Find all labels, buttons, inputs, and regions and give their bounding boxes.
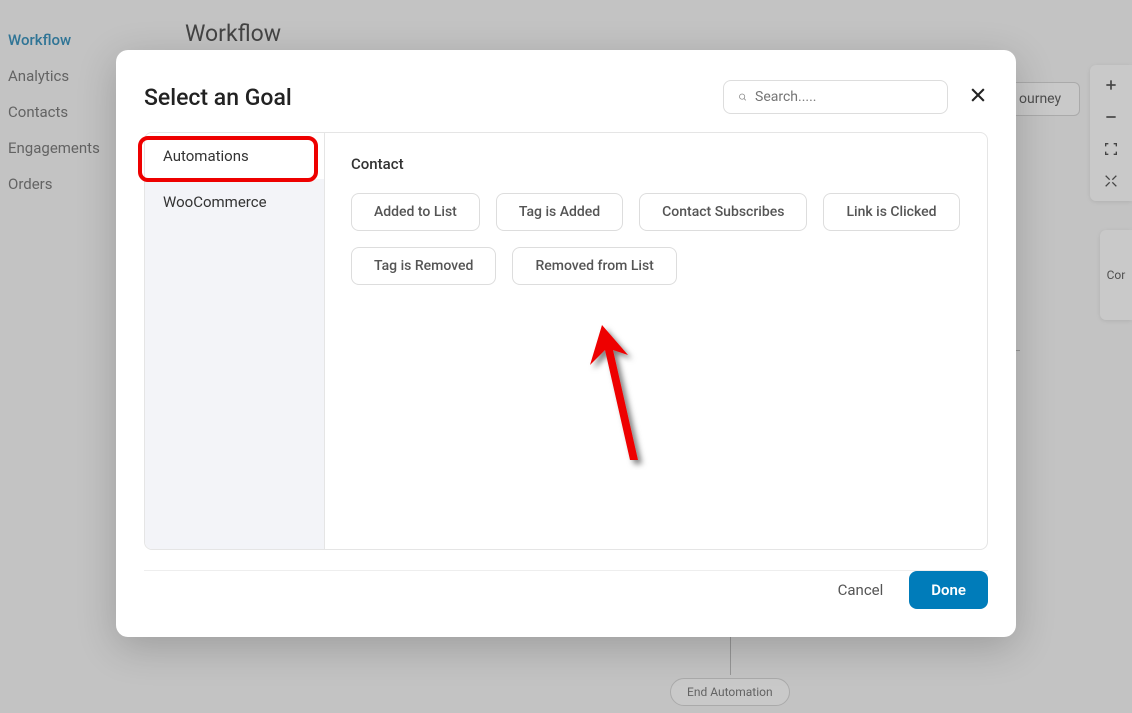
modal-title: Select an Goal — [144, 84, 292, 111]
modal-body: Automations WooCommerce Contact Added to… — [144, 132, 988, 550]
done-button[interactable]: Done — [909, 571, 988, 609]
modal-header: Select an Goal — [116, 50, 1016, 132]
search-box[interactable] — [723, 80, 948, 114]
section-label-contact: Contact — [351, 155, 961, 173]
chip-link-is-clicked[interactable]: Link is Clicked — [823, 193, 959, 231]
modal-overlay: Select an Goal Automations WooCommerce C… — [0, 0, 1132, 713]
chip-added-to-list[interactable]: Added to List — [351, 193, 480, 231]
close-button[interactable] — [968, 85, 988, 109]
goal-chip-row: Added to List Tag is Added Contact Subsc… — [351, 193, 961, 285]
chip-removed-from-list[interactable]: Removed from List — [512, 247, 676, 285]
search-icon — [738, 89, 747, 105]
modal-content: Contact Added to List Tag is Added Conta… — [325, 133, 987, 549]
search-input[interactable] — [755, 89, 933, 105]
chip-contact-subscribes[interactable]: Contact Subscribes — [639, 193, 807, 231]
modal-sidebar: Automations WooCommerce — [145, 133, 325, 549]
annotation-highlight-automations — [138, 136, 318, 182]
cancel-button[interactable]: Cancel — [838, 581, 884, 599]
chip-tag-is-removed[interactable]: Tag is Removed — [351, 247, 496, 285]
modal-footer: Cancel Done — [116, 550, 1016, 637]
close-icon — [968, 85, 988, 105]
chip-tag-is-added[interactable]: Tag is Added — [496, 193, 623, 231]
modal-tab-woocommerce[interactable]: WooCommerce — [145, 179, 324, 225]
